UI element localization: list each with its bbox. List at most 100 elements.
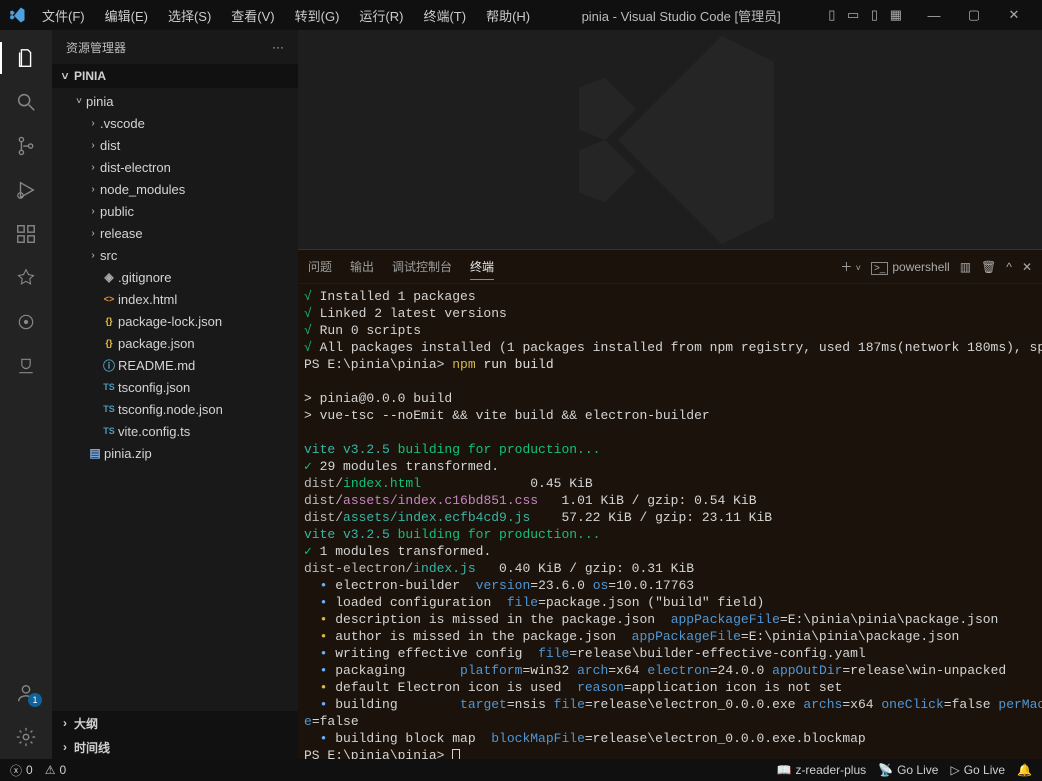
activity-accounts[interactable]: 1: [0, 671, 52, 715]
tree-file[interactable]: TS tsconfig.json: [52, 376, 298, 398]
tree-file[interactable]: <> index.html: [52, 288, 298, 310]
split-terminal-icon[interactable]: ▥: [960, 260, 971, 274]
accounts-badge: 1: [28, 693, 42, 707]
tree-item-label: package.json: [118, 336, 195, 351]
tab-terminal[interactable]: 终端: [470, 254, 494, 280]
file-tree[interactable]: ˅pinia›.vscode›dist›dist-electron›node_m…: [52, 88, 298, 711]
terminal-line: • building target=nsis file=release\elec…: [304, 696, 1034, 713]
status-item-icon: 🔔: [1017, 763, 1032, 777]
chevron-right-icon: ›: [58, 716, 72, 730]
tree-item-label: tsconfig.node.json: [118, 402, 223, 417]
tree-file[interactable]: {} package-lock.json: [52, 310, 298, 332]
tree-file[interactable]: {} package.json: [52, 332, 298, 354]
title-bar: 文件(F)编辑(E)选择(S)查看(V)转到(G)运行(R)终端(T)帮助(H)…: [0, 0, 1042, 30]
menu-item[interactable]: 查看(V): [223, 2, 282, 29]
window-maximize-button[interactable]: ▢: [954, 0, 994, 30]
empty-editor: [298, 30, 1042, 249]
vscode-logo-icon: [8, 6, 26, 24]
tab-output[interactable]: 输出: [350, 254, 374, 279]
status-item-icon: 📡: [878, 763, 893, 777]
terminal-line: ✓ 29 modules transformed.: [304, 458, 1034, 475]
terminal-line: • building block map blockMapFile=releas…: [304, 730, 1034, 747]
status-warnings[interactable]: ⚠0: [45, 763, 66, 777]
activity-extra-1[interactable]: [0, 256, 52, 300]
tree-folder[interactable]: ˅pinia: [52, 90, 298, 112]
terminal-line: √ Linked 2 latest versions: [304, 305, 1034, 322]
tree-folder[interactable]: ›public: [52, 200, 298, 222]
tree-item-label: .vscode: [100, 116, 145, 131]
activity-extra-2[interactable]: [0, 300, 52, 344]
file-icon: ◈: [100, 270, 118, 284]
tab-debug-console[interactable]: 调试控制台: [392, 254, 452, 279]
file-icon: {}: [100, 316, 118, 326]
menu-item[interactable]: 帮助(H): [478, 2, 538, 29]
tree-folder[interactable]: ›dist-electron: [52, 156, 298, 178]
activity-source-control[interactable]: [0, 124, 52, 168]
new-terminal-button[interactable]: ＋ ˅: [840, 258, 861, 275]
tree-file[interactable]: TS vite.config.ts: [52, 420, 298, 442]
tab-problems[interactable]: 问题: [308, 254, 332, 279]
tree-item-label: pinia: [86, 94, 113, 109]
activity-extra-3[interactable]: [0, 344, 52, 388]
sidebar-title: 资源管理器: [66, 39, 126, 56]
menu-item[interactable]: 运行(R): [351, 2, 411, 29]
panel-maximize-icon[interactable]: ^: [1006, 260, 1012, 274]
tree-item-label: index.html: [118, 292, 177, 307]
tree-item-label: .gitignore: [118, 270, 171, 285]
tree-file[interactable]: ⓘ README.md: [52, 354, 298, 376]
tree-item-label: dist-electron: [100, 160, 171, 175]
terminal-line: • packaging platform=win32 arch=x64 elec…: [304, 662, 1034, 679]
file-icon: <>: [100, 294, 118, 304]
activity-search[interactable]: [0, 80, 52, 124]
chevron-right-icon: ›: [86, 184, 100, 195]
timeline-label: 时间线: [74, 739, 110, 756]
menu-item[interactable]: 编辑(E): [97, 2, 156, 29]
timeline-section[interactable]: › 时间线: [52, 735, 298, 759]
chevron-right-icon: ›: [86, 140, 100, 151]
toggle-panel-right-icon[interactable]: ▯: [871, 7, 878, 22]
status-item-label: Go Live: [897, 763, 938, 777]
terminal-line: dist/assets/index.c16bd851.css 1.01 KiB …: [304, 492, 1034, 509]
menu-item[interactable]: 终端(T): [415, 2, 474, 29]
terminal-output[interactable]: √ Installed 1 packages√ Linked 2 latest …: [298, 284, 1042, 759]
status-item[interactable]: 📖z-reader-plus: [776, 763, 866, 777]
menu-item[interactable]: 文件(F): [34, 2, 93, 29]
terminal-shell-label[interactable]: >_powershell: [871, 260, 950, 274]
sidebar-more-icon[interactable]: ···: [272, 40, 284, 54]
status-item[interactable]: 📡 Go Live: [878, 763, 938, 777]
window-minimize-button[interactable]: —: [914, 0, 954, 30]
activity-explorer[interactable]: [0, 36, 52, 80]
outline-section[interactable]: › 大纲: [52, 711, 298, 735]
status-errors[interactable]: ⓧ0: [10, 762, 33, 779]
menu-item[interactable]: 转到(G): [287, 2, 348, 29]
tree-file[interactable]: ◈ .gitignore: [52, 266, 298, 288]
tree-folder[interactable]: ›dist: [52, 134, 298, 156]
window-close-button[interactable]: ✕: [994, 0, 1034, 30]
toggle-panel-left-icon[interactable]: ▯: [828, 7, 835, 22]
tree-folder[interactable]: ›src: [52, 244, 298, 266]
layout-controls[interactable]: ▯ ▭ ▯ ▦: [824, 7, 906, 23]
file-icon: ⓘ: [100, 357, 118, 374]
terminal-line: > pinia@0.0.0 build: [304, 390, 1034, 407]
kill-terminal-icon[interactable]: 🗑: [981, 260, 996, 274]
activity-run-debug[interactable]: [0, 168, 52, 212]
status-item-icon: ▷: [950, 763, 959, 777]
terminal-line: • default Electron icon is used reason=a…: [304, 679, 1034, 696]
activity-settings[interactable]: [0, 715, 52, 759]
menu-item[interactable]: 选择(S): [160, 2, 219, 29]
tree-file[interactable]: TS tsconfig.node.json: [52, 398, 298, 420]
explorer-root-header[interactable]: ˅ PINIA: [52, 64, 298, 88]
file-icon: TS: [100, 426, 118, 436]
terminal-line: [304, 373, 1034, 390]
panel-close-icon[interactable]: ✕: [1022, 260, 1032, 274]
status-item[interactable]: ▷Go Live: [950, 763, 1005, 777]
status-item[interactable]: 🔔: [1017, 763, 1032, 777]
activity-extensions[interactable]: [0, 212, 52, 256]
tree-folder[interactable]: ›.vscode: [52, 112, 298, 134]
tree-folder[interactable]: ›node_modules: [52, 178, 298, 200]
toggle-panel-bottom-icon[interactable]: ▭: [847, 7, 859, 22]
window-title: pinia - Visual Studio Code [管理员]: [538, 6, 824, 25]
tree-file[interactable]: ▤ pinia.zip: [52, 442, 298, 464]
tree-folder[interactable]: ›release: [52, 222, 298, 244]
layout-grid-icon[interactable]: ▦: [890, 7, 902, 22]
